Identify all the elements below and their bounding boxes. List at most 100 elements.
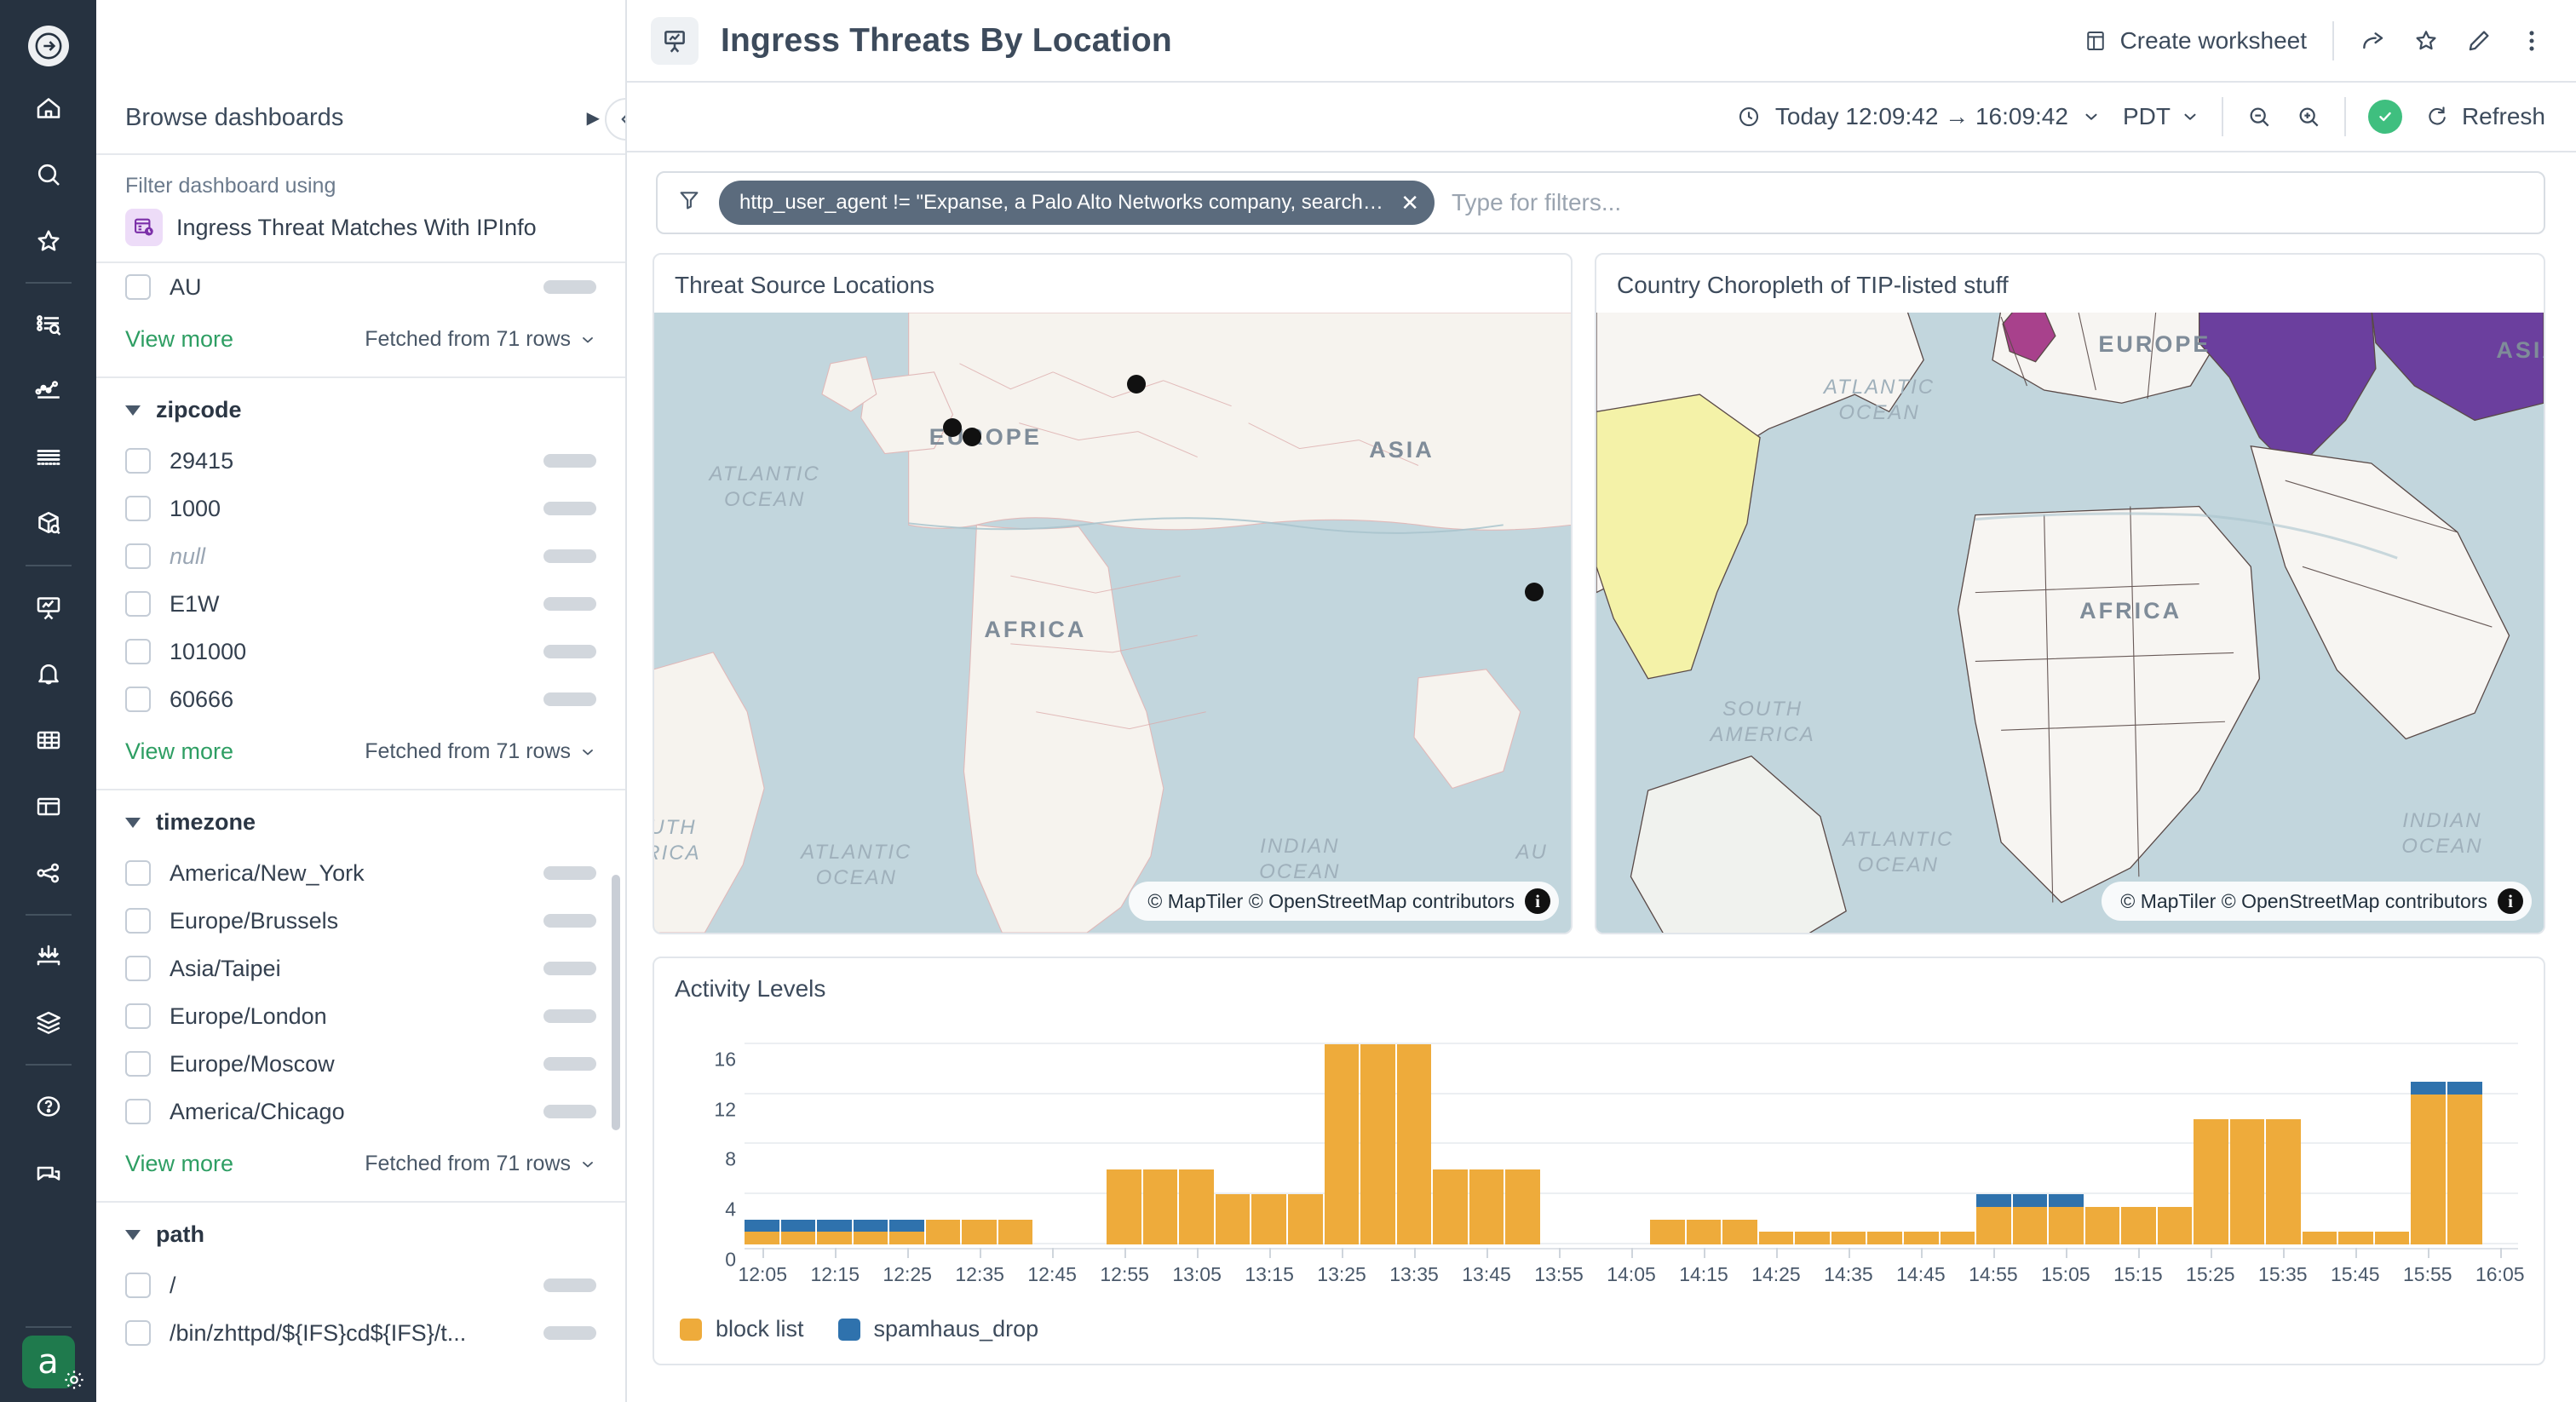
sidebar-item-metrics-explorer[interactable] bbox=[0, 358, 96, 424]
sidebar-item-datastreams[interactable] bbox=[0, 990, 96, 1056]
bar-column[interactable] bbox=[781, 1031, 816, 1244]
map-marker[interactable] bbox=[1525, 583, 1544, 601]
facet-row[interactable]: /bin/zhttpd/${IFS}cd${IFS}/t... bbox=[96, 1309, 625, 1357]
bar-column[interactable] bbox=[1433, 1031, 1468, 1244]
facet-checkbox[interactable] bbox=[125, 956, 151, 981]
fetched-rows-dropdown[interactable]: Fetched from 71 rows bbox=[365, 739, 596, 764]
view-more-link[interactable]: View more bbox=[125, 326, 233, 353]
panel-body[interactable]: EUROPE ASIA AFRICA ATLANTICOCEAN ATLANTI… bbox=[1596, 313, 2544, 933]
refresh-button[interactable]: Refresh bbox=[2424, 103, 2545, 130]
bar-column[interactable] bbox=[2447, 1031, 2482, 1244]
bar-column[interactable] bbox=[1941, 1031, 1975, 1244]
legend-item[interactable]: spamhaus_drop bbox=[838, 1316, 1039, 1342]
facet-checkbox[interactable] bbox=[125, 908, 151, 934]
zoom-in-icon[interactable] bbox=[2295, 103, 2322, 130]
bar-column[interactable] bbox=[2194, 1031, 2228, 1244]
bar-column[interactable] bbox=[1867, 1031, 1902, 1244]
sidebar-item-trace-explorer[interactable] bbox=[0, 424, 96, 491]
bar-column[interactable] bbox=[889, 1031, 924, 1244]
bar-column[interactable] bbox=[1071, 1031, 1106, 1244]
kebab-menu-icon[interactable] bbox=[2518, 27, 2545, 55]
rail-expand-icon[interactable] bbox=[28, 26, 69, 66]
bar-column[interactable] bbox=[1687, 1031, 1722, 1244]
facet-row[interactable]: 1000 bbox=[96, 485, 625, 532]
facet-row[interactable]: / bbox=[96, 1261, 625, 1309]
map-marker[interactable] bbox=[1127, 375, 1146, 394]
world-map-choropleth[interactable]: EUROPE ASIA AFRICA ATLANTICOCEAN ATLANTI… bbox=[1596, 313, 2544, 933]
facet-checkbox[interactable] bbox=[125, 639, 151, 664]
bar-column[interactable] bbox=[2013, 1031, 2048, 1244]
avatar-wrapper[interactable]: a bbox=[22, 1336, 75, 1388]
facet-checkbox[interactable] bbox=[125, 1051, 151, 1077]
create-worksheet-button[interactable]: Create worksheet bbox=[2083, 27, 2307, 55]
bar-column[interactable] bbox=[1542, 1031, 1577, 1244]
sidebar-item-monitors[interactable] bbox=[0, 641, 96, 707]
sidebar-item-resource-explorer[interactable] bbox=[0, 491, 96, 557]
bar-column[interactable] bbox=[2085, 1031, 2120, 1244]
bar-column[interactable] bbox=[998, 1031, 1033, 1244]
facet-row[interactable]: Asia/Taipei bbox=[96, 945, 625, 992]
filter-placeholder[interactable]: Type for filters... bbox=[1452, 189, 1621, 216]
dataset-selector[interactable]: Ingress Threat Matches With IPInfo bbox=[125, 209, 596, 261]
facet-row[interactable]: Europe/London bbox=[96, 992, 625, 1040]
bar-column[interactable] bbox=[2303, 1031, 2337, 1244]
bar-column[interactable] bbox=[2230, 1031, 2265, 1244]
sidebar-item-worksheets[interactable] bbox=[0, 707, 96, 773]
facet-row[interactable]: AU bbox=[96, 263, 625, 311]
facet-row[interactable]: America/Chicago bbox=[96, 1088, 625, 1135]
fetched-rows-dropdown[interactable]: Fetched from 71 rows bbox=[365, 327, 596, 352]
legend-item[interactable]: block list bbox=[680, 1316, 804, 1342]
facet-header[interactable]: timezone bbox=[96, 790, 625, 849]
map-marker[interactable] bbox=[943, 418, 962, 437]
star-icon[interactable] bbox=[2412, 27, 2440, 55]
bar-column[interactable] bbox=[1360, 1031, 1395, 1244]
facet-row[interactable]: Europe/Moscow bbox=[96, 1040, 625, 1088]
pencil-icon[interactable] bbox=[2465, 27, 2493, 55]
info-icon[interactable]: i bbox=[2498, 888, 2523, 914]
bar-column[interactable] bbox=[1904, 1031, 1939, 1244]
bar-column[interactable] bbox=[1614, 1031, 1649, 1244]
sidebar-item-data-ingest[interactable] bbox=[0, 923, 96, 990]
sidebar-item-home[interactable] bbox=[0, 75, 96, 141]
facet-header[interactable]: path bbox=[96, 1203, 625, 1261]
bar-column[interactable] bbox=[1179, 1031, 1214, 1244]
bar-column[interactable] bbox=[854, 1031, 888, 1244]
world-map-points[interactable]: EUROPE ASIA AFRICA ATLANTICOCEAN ATLANTI… bbox=[654, 313, 1571, 933]
map-attribution[interactable]: © MapTiler © OpenStreetMap contributors … bbox=[1129, 882, 1559, 921]
filter-input-box[interactable]: http_user_agent != "Expanse, a Palo Alto… bbox=[656, 171, 2545, 234]
bar-column[interactable] bbox=[2411, 1031, 2446, 1244]
bar-column[interactable] bbox=[1650, 1031, 1685, 1244]
bar-column[interactable] bbox=[2121, 1031, 2156, 1244]
sidebar-item-favorites[interactable] bbox=[0, 208, 96, 274]
sidebar-item-dashboards[interactable] bbox=[0, 574, 96, 641]
facet-checkbox[interactable] bbox=[125, 543, 151, 569]
map-marker[interactable] bbox=[963, 428, 981, 446]
facet-row[interactable]: 60666 bbox=[96, 675, 625, 723]
view-more-link[interactable]: View more bbox=[125, 1151, 233, 1177]
facet-checkbox[interactable] bbox=[125, 496, 151, 521]
facet-row[interactable]: E1W bbox=[96, 580, 625, 628]
bar-column[interactable] bbox=[2049, 1031, 2084, 1244]
facet-checkbox[interactable] bbox=[125, 1273, 151, 1298]
facet-row[interactable]: null bbox=[96, 532, 625, 580]
bar-column[interactable] bbox=[962, 1031, 997, 1244]
bar-column[interactable] bbox=[2375, 1031, 2410, 1244]
close-icon[interactable]: ✕ bbox=[1400, 190, 1419, 216]
facet-row[interactable]: 101000 bbox=[96, 628, 625, 675]
bar-column[interactable] bbox=[1578, 1031, 1613, 1244]
sidebar-item-help[interactable] bbox=[0, 1073, 96, 1140]
sidebar-item-graph[interactable] bbox=[0, 840, 96, 906]
bar-column[interactable] bbox=[2158, 1031, 2193, 1244]
sidebar-item-log-explorer[interactable] bbox=[0, 291, 96, 358]
facet-checkbox[interactable] bbox=[125, 1099, 151, 1124]
bar-column[interactable] bbox=[817, 1031, 852, 1244]
facet-row[interactable]: Europe/Brussels bbox=[96, 897, 625, 945]
facet-checkbox[interactable] bbox=[125, 1003, 151, 1029]
zoom-out-icon[interactable] bbox=[2245, 103, 2273, 130]
chevron-right-icon[interactable]: ▶ bbox=[587, 107, 600, 129]
facet-row[interactable]: America/New_York bbox=[96, 849, 625, 897]
bar-column[interactable] bbox=[2484, 1031, 2519, 1244]
bar-column[interactable] bbox=[1397, 1031, 1432, 1244]
panel-scrollbar[interactable] bbox=[612, 875, 620, 1130]
bar-column[interactable] bbox=[1107, 1031, 1141, 1244]
